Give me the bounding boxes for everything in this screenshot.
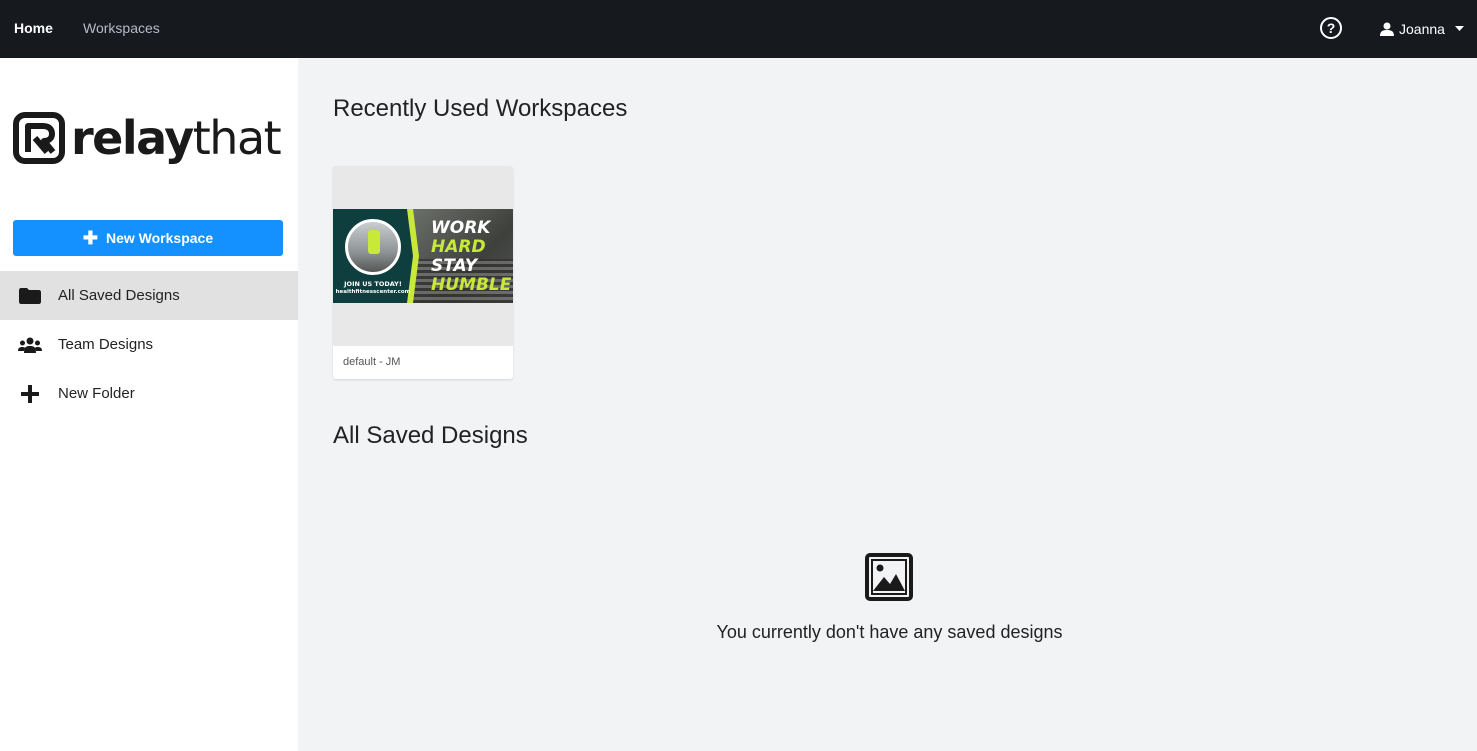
recent-workspaces-title: Recently Used Workspaces xyxy=(333,95,628,122)
nav-workspaces-link[interactable]: Workspaces xyxy=(83,20,160,36)
design-cta-text: JOIN US TODAY! xyxy=(344,280,402,288)
nav-home-link[interactable]: Home xyxy=(14,20,53,36)
design-headline-4: HUMBLE xyxy=(431,275,512,295)
sidebar: relaythat ✚ New Workspace All Saved Desi… xyxy=(0,58,298,751)
design-url-text: healthfitnesscenter.com xyxy=(335,289,411,295)
chevron-down-icon xyxy=(1454,26,1464,31)
saved-designs-title: All Saved Designs xyxy=(333,422,528,449)
empty-state-message: You currently don't have any saved desig… xyxy=(716,622,1063,642)
help-icon[interactable]: ? xyxy=(1320,17,1342,39)
new-workspace-label: New Workspace xyxy=(105,230,214,246)
user-icon xyxy=(1380,22,1394,36)
plus-icon xyxy=(0,384,58,403)
design-headline-2: HARD xyxy=(431,237,486,257)
sidebar-item-label: Team Designs xyxy=(58,336,154,353)
logo-mark-icon xyxy=(13,112,65,164)
image-icon xyxy=(865,553,913,606)
logo-text-bold: relay xyxy=(71,111,194,165)
top-navbar: Home Workspaces ? Joanna xyxy=(0,0,1477,58)
user-name: Joanna xyxy=(1399,21,1445,37)
workspace-caption: default - JM xyxy=(343,356,401,368)
logo-text-light: that xyxy=(192,111,282,165)
sidebar-item-label: New Folder xyxy=(58,385,135,402)
new-workspace-button[interactable]: ✚ New Workspace xyxy=(13,220,283,256)
relaythat-logo[interactable]: relaythat xyxy=(13,111,282,165)
design-headline-1: WORK xyxy=(431,218,491,238)
workspace-thumbnail: JOIN US TODAY! healthfitnesscenter.com W… xyxy=(333,166,513,346)
sidebar-item-team-designs[interactable]: Team Designs xyxy=(0,320,298,369)
folder-icon xyxy=(0,287,58,304)
user-menu[interactable]: Joanna xyxy=(1380,19,1464,39)
sidebar-item-new-folder[interactable]: New Folder xyxy=(0,369,298,418)
sidebar-item-all-saved-designs[interactable]: All Saved Designs xyxy=(0,271,298,320)
workspace-card[interactable]: JOIN US TODAY! healthfitnesscenter.com W… xyxy=(333,166,513,379)
sidebar-item-label: All Saved Designs xyxy=(58,287,180,304)
plus-icon: ✚ xyxy=(82,228,98,248)
main-content: Recently Used Workspaces JOIN US TODAY! … xyxy=(298,58,1477,751)
design-headline-3: STAY xyxy=(431,256,478,276)
design-preview-image: JOIN US TODAY! healthfitnesscenter.com W… xyxy=(333,209,513,303)
users-icon xyxy=(0,337,58,353)
